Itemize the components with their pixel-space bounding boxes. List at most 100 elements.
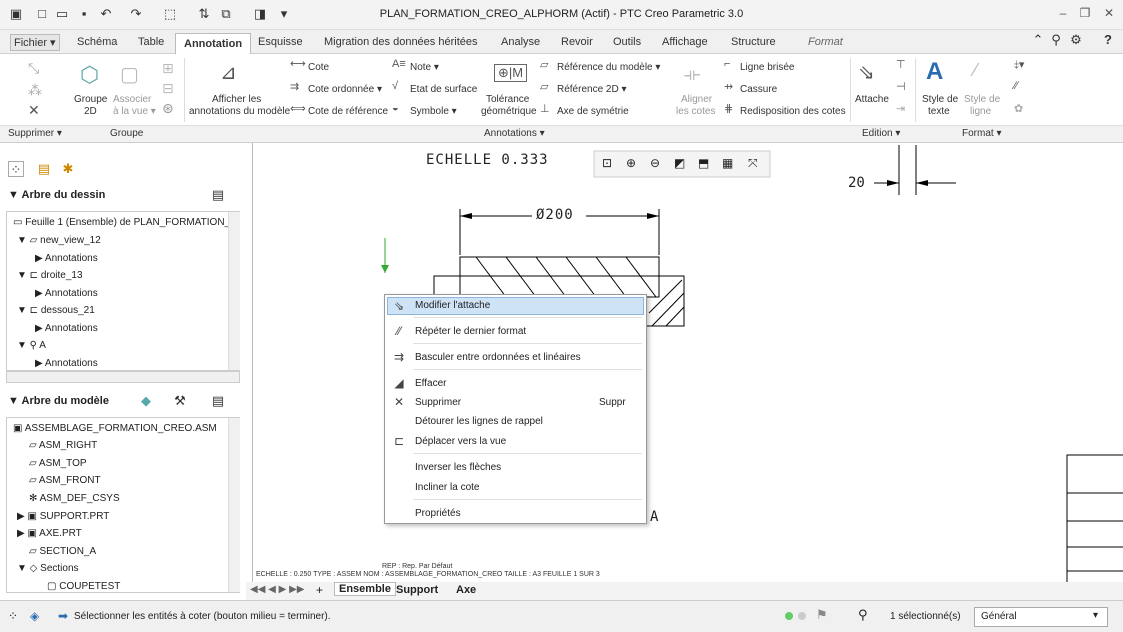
menu-modifier-attache[interactable]: Modifier l'attache [415, 300, 490, 311]
cote-reference-icon[interactable]: ⟺ [290, 102, 306, 115]
geometric-tolerance-icon[interactable]: ⊕|M [494, 64, 528, 82]
text-style-icon[interactable]: A [926, 58, 943, 86]
saved-views-icon[interactable]: ▦ [722, 156, 733, 170]
ligne-brisee-button[interactable]: Ligne brisée [740, 62, 794, 73]
model-item-section-a[interactable]: ▱ SECTION_A [29, 546, 96, 557]
note-icon[interactable]: A≡ [392, 58, 406, 70]
edit-small3-icon[interactable]: ⇥ [896, 102, 905, 115]
section-label-a[interactable]: A [650, 509, 658, 525]
menu-inverser-fleches[interactable]: Inverser les flèches [415, 462, 501, 473]
format-small1-icon[interactable]: ⤈▾ [1014, 58, 1024, 72]
pin-icon[interactable]: ⤡ [28, 60, 39, 77]
tab-analyse[interactable]: Analyse [501, 36, 540, 48]
edit-small2-icon[interactable]: ⊣ [896, 80, 906, 93]
annotation-display-icon[interactable]: ⤧ [748, 156, 758, 171]
symbol-icon[interactable]: ◒ [392, 102, 399, 114]
folder-browser-tab-icon[interactable]: ▤ [36, 161, 52, 177]
tree-item-dessous-21[interactable]: ▼ ⊏ dessous_21 [17, 305, 95, 316]
model-item-asm[interactable]: ▣ ASSEMBLAGE_FORMATION_CREO.ASM [13, 423, 217, 434]
model-tree-title[interactable]: ▼ Arbre du modèle [8, 395, 109, 407]
tab-revoir[interactable]: Revoir [561, 36, 593, 48]
display-style-icon[interactable]: ⬒ [698, 156, 709, 170]
menu-effacer[interactable]: Effacer [415, 378, 447, 389]
group-format[interactable]: Format ▾ [962, 128, 1001, 139]
ref-modele-icon[interactable]: ▱ [540, 58, 548, 71]
tree-item-view-12[interactable]: ▼ ▱ new_view_12 [17, 235, 101, 246]
cote-ordonnee-button[interactable]: Cote ordonnée ▾ [308, 84, 382, 95]
surface-finish-icon[interactable]: √ [392, 80, 398, 92]
attache-button[interactable]: Attache [855, 94, 889, 105]
broken-line-icon[interactable]: ⌐ [724, 58, 730, 70]
tab-format[interactable]: Format [808, 36, 843, 48]
add-sheet-icon[interactable]: + [316, 583, 323, 597]
drawing-tree-settings-icon[interactable]: ▤ [210, 187, 226, 203]
dimension-diameter[interactable]: Ø200 [536, 207, 574, 223]
zoom-fit-icon[interactable]: ⊡ [602, 156, 612, 170]
model-tree-scrollbar[interactable] [228, 418, 240, 592]
line-style-icon[interactable]: ⁄ [974, 60, 977, 81]
dimension-20[interactable]: 20 [848, 175, 865, 191]
ref-modele-button[interactable]: Référence du modèle ▾ [557, 62, 660, 73]
note-button[interactable]: Note ▾ [410, 62, 439, 73]
model-tree-view-icon[interactable]: ◆ [138, 393, 154, 409]
model-item-csys[interactable]: ✻ ASM_DEF_CSYS [29, 493, 120, 504]
sheet-tab-support[interactable]: Support [396, 584, 438, 596]
menu-detourer[interactable]: Détourer les lignes de rappel [415, 416, 543, 427]
group-small1-icon[interactable]: ⊞ [162, 60, 174, 77]
tab-outils[interactable]: Outils [613, 36, 641, 48]
menu-deplacer-vue[interactable]: Déplacer vers la vue [415, 436, 506, 447]
drawing-tree-title[interactable]: ▼ Arbre du dessin [8, 189, 105, 201]
close-icon[interactable]: ✕ [1100, 6, 1118, 20]
menu-supprimer[interactable]: Supprimer [415, 397, 461, 408]
zoom-out-icon[interactable]: ⊖ [650, 156, 660, 170]
selection-count[interactable]: 1 sélectionné(s) [890, 611, 961, 622]
group-edition[interactable]: Edition ▾ [862, 128, 900, 139]
model-item-asm-right[interactable]: ▱ ASM_RIGHT [29, 440, 97, 451]
model-item-axe[interactable]: ▶ ▣ AXE.PRT [17, 528, 82, 539]
axe-symetrie-button[interactable]: Axe de symétrie [557, 106, 629, 117]
symbole-button[interactable]: Symbole ▾ [410, 106, 457, 117]
cote-icon[interactable]: ⟷ [290, 57, 306, 70]
restore-icon[interactable]: ❐ [1076, 6, 1094, 20]
delete-x-icon[interactable]: ✕ [28, 102, 40, 119]
sheet-nav-icon[interactable]: ◀◀ ◀ ▶ ▶▶ [250, 584, 304, 595]
sheet-tab-ensemble[interactable]: Ensemble [334, 582, 396, 596]
favorites-tab-icon[interactable]: ✱ [60, 161, 76, 177]
associate-view-icon[interactable]: ▢ [120, 62, 139, 87]
model-tree-tab-icon[interactable]: ⁘ [8, 161, 24, 177]
model-item-asm-front[interactable]: ▱ ASM_FRONT [29, 475, 101, 486]
model-tree-tools-icon[interactable]: ⚒ [172, 393, 188, 409]
collapse-ribbon-icon[interactable]: ⌃ [1030, 32, 1046, 48]
tab-structure[interactable]: Structure [731, 36, 776, 48]
tree-item-annotations-2[interactable]: ▶ Annotations [35, 288, 98, 299]
cote-reference-button[interactable]: Cote de référence [308, 106, 388, 117]
align-dimensions-icon[interactable]: ⟛ [684, 64, 700, 85]
group-small2-icon[interactable]: ⊟ [162, 80, 174, 97]
cassure-button[interactable]: Cassure [740, 84, 777, 95]
model-item-asm-top[interactable]: ▱ ASM_TOP [29, 458, 87, 469]
redisposition-button[interactable]: Redisposition des cotes [740, 106, 846, 117]
edit-small1-icon[interactable]: ⊤ [896, 58, 906, 71]
break-icon[interactable]: ⇸ [724, 80, 733, 93]
tab-fichier[interactable]: Fichier ▾ [10, 34, 60, 51]
cote-ordonnee-icon[interactable]: ⇉ [290, 80, 299, 93]
model-item-coupetest[interactable]: ▢ COUPETEST [47, 581, 120, 592]
cleanup-dims-icon[interactable]: ⋕ [724, 102, 733, 115]
cote-button[interactable]: Cote [308, 62, 329, 73]
menu-proprietes[interactable]: Propriétés [415, 508, 461, 519]
model-tree-settings-icon[interactable]: ▤ [210, 393, 226, 409]
ref-2d-button[interactable]: Référence 2D ▾ [557, 84, 627, 95]
group-annotations[interactable]: Annotations ▾ [484, 128, 545, 139]
show-annotations-icon[interactable]: ⊿ [220, 60, 237, 85]
search-icon[interactable]: ⚲ [1048, 32, 1064, 48]
group-small3-icon[interactable]: ⊛ [162, 100, 174, 117]
tab-schema[interactable]: Schéma [77, 36, 117, 48]
tree-item-a[interactable]: ▼ ⚲ A [17, 340, 46, 351]
selection-filter-select[interactable]: Général ▾ [974, 607, 1108, 627]
group-2d-icon[interactable]: ⬡ [80, 62, 99, 88]
tab-affichage[interactable]: Affichage [662, 36, 708, 48]
format-small2-icon[interactable]: ⁄⁄ [1014, 80, 1018, 92]
symmetry-axis-icon[interactable]: ⊥ [540, 102, 550, 115]
drawing-tree-hscrollbar[interactable] [6, 371, 240, 383]
tree-item-sheet[interactable]: ▭ Feuille 1 (Ensemble) de PLAN_FORMATION… [13, 217, 237, 228]
